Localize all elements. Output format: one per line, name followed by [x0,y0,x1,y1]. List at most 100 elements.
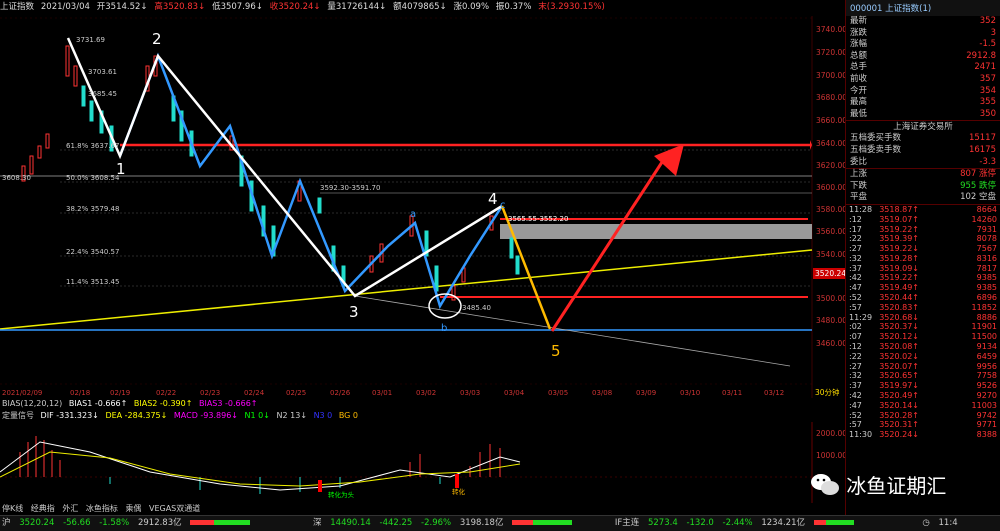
date-axis-label: 03/03 [460,389,480,397]
bias3-value: BIAS3 -0.666↑ [198,399,258,408]
tick-price: 3520.28↑ [879,410,919,420]
clock-time: 11:4 [938,518,958,528]
tick-row: :07 3520.12↓ 11500 [846,332,1000,342]
tab-forex[interactable]: 外汇 [62,504,78,513]
tick-price: 3520.24↓ [879,430,919,440]
tick-time: :52 [849,410,862,420]
if-price: 5273.4 [647,518,678,528]
exchange-row: 五档委买手数 15117 [850,133,996,144]
quote-row: 涨幅 -1.5 [850,39,996,50]
macd-chart[interactable]: 转化为头 转化 2000.00 1000.00 0 [0,422,845,503]
exchange-row: 五档委卖手数 16175 [850,144,996,155]
quote-row: 最新 352 [850,16,996,26]
if-label: IF主连 [614,518,640,528]
quote-row: 总额 2912.8 [850,50,996,61]
tick-price: 3519.09↓ [879,263,919,273]
bias-indicator-bar: BIAS(12,20,12) BIAS1 -0.666↑ BIAS2 -0.39… [0,398,812,410]
tick-row: :37 3519.09↓ 7817 [846,264,1000,274]
tick-price: 3520.12↓ [879,332,919,342]
tick-time: :42 [849,273,862,283]
date-axis-label: 02/22 [156,389,176,397]
quote-list: 最新 352 涨跌 3 涨幅 -1.5 总额 2912.8 总手 2471 前收 357 今… [846,16,1000,120]
price-axis-label: 3480.00 [816,316,845,325]
tick-volume: 7817 [976,263,997,273]
quote-row: 总手 2471 [850,62,996,73]
sz-change: -442.25 [379,518,413,528]
indicator-name: 定量信号 [2,411,34,420]
volume-value: 量31726144↓ [327,2,387,12]
dif-value: DIF -331.323↓ [40,411,99,420]
price-axis-label: 3460.00 [816,339,845,348]
period-label[interactable]: 30分钟 [815,387,840,397]
tick-row: :22 3519.39↑ 8078 [846,234,1000,244]
tick-row: :32 3520.65↑ 7758 [846,371,1000,381]
mid-label-5: 3485.40 [462,304,491,312]
tick-price: 3520.83↑ [879,302,919,312]
tick-volume: 6896 [976,293,997,303]
if-percent: -2.44% [722,518,753,528]
sz-amount: 3198.18亿 [459,518,504,528]
tick-time: 11:28 [849,204,873,214]
tick-time: :07 [849,332,862,342]
tick-time: :47 [849,400,862,410]
tick-volume: 8316 [976,253,997,263]
if-amount: 1234.21亿 [761,518,805,528]
wave-label-c: c [500,200,506,211]
tick-row: :42 3520.49↑ 9270 [846,391,1000,401]
mid-label-2: 3685.45 [88,90,117,98]
tick-volume: 9385 [976,283,997,293]
tab-vegas[interactable]: VEGAS双通道 [149,504,200,513]
current-price-tag: 3520.24 [815,269,845,278]
date-axis-label: 03/09 [636,389,656,397]
quote-panel-header[interactable]: 000001 上证指数(1) [846,0,1000,16]
tick-volume: 9742 [976,410,997,420]
tick-price: 3520.68↓ [879,312,919,322]
tick-price: 3519.97↓ [879,381,919,391]
candlestick-chart[interactable]: 61.8% 3637.67 50.0% 3608.54 38.2% 3579.4… [0,16,845,398]
bias1-value: BIAS1 -0.666↑ [68,399,128,408]
wave-label-5: 5 [551,342,561,360]
tab-icefish[interactable]: 冰鱼指标 [86,504,118,513]
open-value: 开3514.52↓ [96,2,148,12]
breadth-row: 平盘 102 空盘 [850,192,996,203]
change-value: 涨0.09% [453,2,490,12]
tick-volume: 8664 [976,204,997,214]
price-axis-label: 3700.00 [816,71,845,80]
mid-label-3: 3592.30-3591.70 [320,184,380,192]
if-bar [813,520,854,525]
sz-price: 14490.14 [330,518,371,528]
tick-price: 3519.49↑ [879,283,919,293]
tick-time: :22 [849,234,862,244]
wave-label-a: a [410,209,416,220]
tab-classic[interactable]: 经典指 [31,504,55,513]
tick-volume: 14260 [971,214,997,224]
tick-time: :57 [849,302,862,312]
fib-label-224: 22.4% 3540.57 [66,248,119,256]
tick-volume: 11500 [971,332,997,342]
tick-price: 3519.07↑ [879,214,919,224]
tick-list[interactable]: 11:28 3518.87↑ 8664:12 3519.07↑ 14260:17 3519… [846,205,1000,440]
bias-name: BIAS(12,20,12) [2,399,63,408]
tab-kline[interactable]: 停K线 [2,504,23,513]
price-axis-label: 3640.00 [816,139,845,148]
tab-chengou[interactable]: 乘偶 [125,504,141,513]
tick-price: 3520.44↑ [879,293,919,303]
date-axis-label: 02/18 [70,389,90,397]
price-axis-label: 3540.00 [816,250,845,259]
if-change: -132.0 [686,518,714,528]
quote-row: 前收 357 [850,73,996,84]
date-axis-label: 03/05 [548,389,568,397]
sh-percent: -1.58% [99,518,130,528]
low-value: 低3507.96↓ [212,2,263,12]
tick-row: :42 3519.22↑ 9385 [846,273,1000,283]
tick-time: :12 [849,214,862,224]
tick-row: :37 3519.97↓ 9526 [846,381,1000,391]
tick-volume: 9771 [976,420,997,430]
tick-time: :32 [849,371,862,381]
extra-value: 末(3.2930.15%) [538,2,605,12]
high-value: 高3520.83↓ [154,2,206,12]
tick-row: :17 3519.22↑ 7931 [846,225,1000,235]
price-axis-label: 3560.00 [816,227,845,236]
tick-time: :37 [849,381,862,391]
date-axis-label: 02/26 [330,389,351,397]
